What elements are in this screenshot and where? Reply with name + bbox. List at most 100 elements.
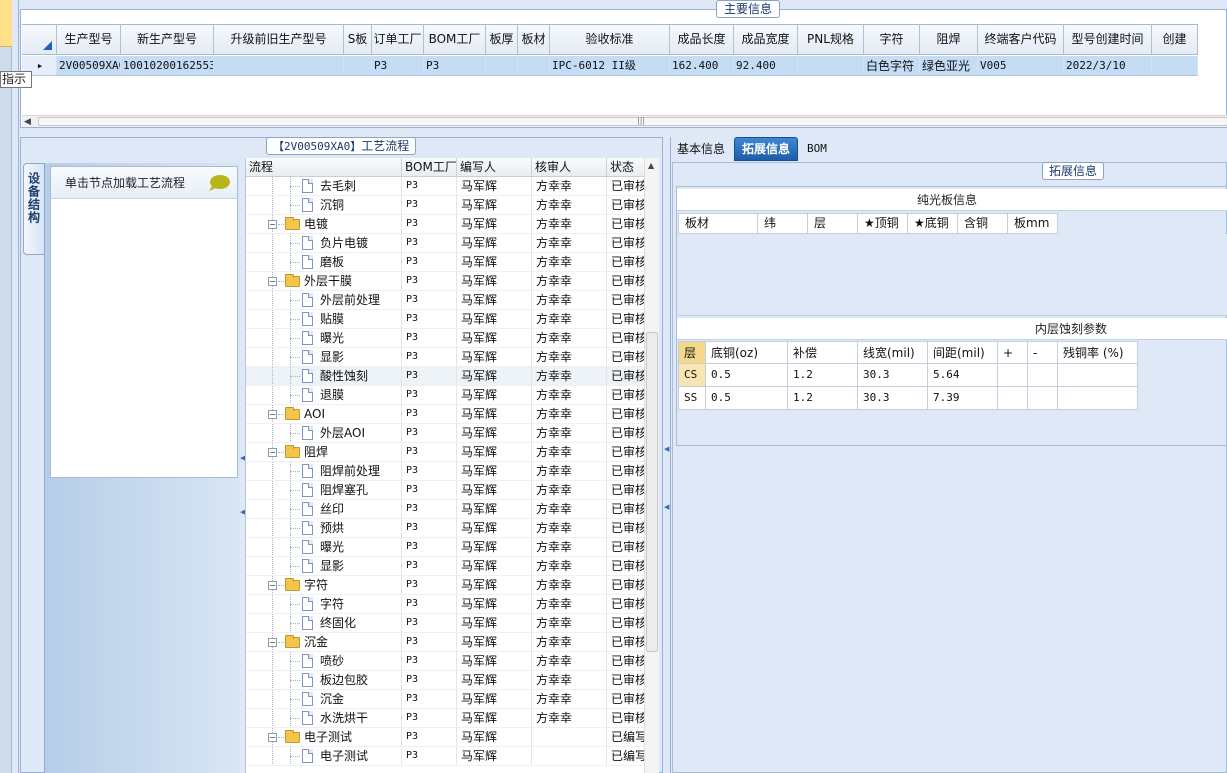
column-header[interactable]: 阻焊 bbox=[920, 25, 978, 54]
tree-row[interactable]: 终固化 P3 马军辉 方幸幸 已审核 bbox=[246, 614, 659, 633]
collapse-toggle-icon[interactable]: − bbox=[268, 448, 277, 457]
tree-node[interactable]: 终固化 bbox=[246, 614, 402, 632]
table-cell[interactable]: 162.400 bbox=[670, 56, 734, 75]
collapse-toggle-icon[interactable]: − bbox=[268, 581, 277, 590]
tree-column-header[interactable]: 状态 bbox=[607, 158, 647, 176]
tree-node[interactable]: 磨板 bbox=[246, 253, 402, 271]
column-header[interactable]: S板 bbox=[344, 25, 372, 54]
tree-row[interactable]: 外层AOI P3 马军辉 方幸幸 已审核 bbox=[246, 424, 659, 443]
tree-node[interactable]: 板边包胶 bbox=[246, 671, 402, 689]
column-header[interactable]: 生产型号 bbox=[57, 25, 121, 54]
structure-title[interactable]: 单击节点加载工艺流程 bbox=[51, 167, 237, 199]
tree-row[interactable]: 阻焊前处理 P3 马军辉 方幸幸 已审核 bbox=[246, 462, 659, 481]
tree-row[interactable]: 水洗烘干 P3 马军辉 方幸幸 已审核 bbox=[246, 709, 659, 728]
tree-row[interactable]: 去毛刺 P3 马军辉 方幸幸 已审核 bbox=[246, 177, 659, 196]
tree-node[interactable]: 喷砂 bbox=[246, 652, 402, 670]
tree-row[interactable]: − 阻焊 P3 马军辉 方幸幸 已审核 bbox=[246, 443, 659, 462]
tree-row[interactable]: 阻焊塞孔 P3 马军辉 方幸幸 已审核 bbox=[246, 481, 659, 500]
table-cell[interactable] bbox=[344, 56, 372, 75]
table-cell[interactable]: 2V00509XA0 bbox=[57, 56, 121, 75]
tree-node[interactable]: 显影 bbox=[246, 557, 402, 575]
column-header[interactable]: 字符 bbox=[864, 25, 920, 54]
tab-extended-info[interactable]: 拓展信息 bbox=[734, 137, 799, 161]
tree-node[interactable]: − 外层干膜 bbox=[246, 272, 402, 290]
table-cell[interactable]: 绿色亚光 bbox=[920, 56, 978, 75]
tree-row[interactable]: − 字符 P3 马军辉 方幸幸 已审核 bbox=[246, 576, 659, 595]
scroll-thumb[interactable] bbox=[38, 117, 1227, 126]
tree-node[interactable]: 曝光 bbox=[246, 329, 402, 347]
column-header[interactable]: 终端客户代码 bbox=[978, 25, 1064, 54]
tree-node[interactable]: 酸性蚀刻 bbox=[246, 367, 402, 385]
tree-row[interactable]: − AOI P3 马军辉 方幸幸 已审核 bbox=[246, 405, 659, 424]
etch-cell[interactable]: 30.3 bbox=[858, 364, 928, 387]
table-cell[interactable] bbox=[518, 56, 550, 75]
column-header[interactable]: 新生产型号 bbox=[121, 25, 214, 54]
tree-column-header[interactable]: 核审人 bbox=[532, 158, 607, 176]
tree-vscrollbar[interactable]: ▲ bbox=[644, 158, 659, 773]
column-header[interactable]: PNL规格 bbox=[798, 25, 864, 54]
tree-node[interactable]: 外层AOI bbox=[246, 424, 402, 442]
tree-row[interactable]: 丝印 P3 马军辉 方幸幸 已审核 bbox=[246, 500, 659, 519]
table-cell[interactable] bbox=[214, 56, 344, 75]
column-header[interactable]: 订单工厂 bbox=[372, 25, 424, 54]
tree-row[interactable]: − 外层干膜 P3 马军辉 方幸幸 已审核 bbox=[246, 272, 659, 291]
tree-row[interactable]: 沉铜 P3 马军辉 方幸幸 已审核 bbox=[246, 196, 659, 215]
etch-cell[interactable]: 1.2 bbox=[788, 387, 858, 410]
etch-row[interactable]: SS 0.5 1.2 30.3 7.39 bbox=[678, 387, 1138, 410]
tree-scroll-thumb[interactable] bbox=[646, 332, 658, 652]
tree-row[interactable]: − 电镀 P3 马军辉 方幸幸 已审核 bbox=[246, 215, 659, 234]
tree-row[interactable]: 板边包胶 P3 马军辉 方幸幸 已审核 bbox=[246, 671, 659, 690]
tree-node[interactable]: 退膜 bbox=[246, 386, 402, 404]
main-info-row[interactable]: ▸ 2V00509XA0 10010200162553 P3 P3 IPC-6012 II… bbox=[22, 56, 1198, 76]
tree-node[interactable]: 水洗烘干 bbox=[246, 709, 402, 727]
table-cell[interactable] bbox=[486, 56, 518, 75]
tree-node[interactable]: 外层前处理 bbox=[246, 291, 402, 309]
etch-cell[interactable] bbox=[1058, 364, 1138, 387]
side-tab-equipment-structure[interactable]: 设备结构 bbox=[23, 163, 45, 255]
tree-node[interactable]: 预烘 bbox=[246, 519, 402, 537]
table-cell[interactable] bbox=[1152, 56, 1198, 75]
tree-node[interactable]: − 阻焊 bbox=[246, 443, 402, 461]
tree-column-header[interactable]: BOM工厂 bbox=[402, 158, 457, 176]
tree-row[interactable]: 喷砂 P3 马军辉 方幸幸 已审核 bbox=[246, 652, 659, 671]
column-header[interactable]: 升级前旧生产型号 bbox=[214, 25, 344, 54]
etch-cell[interactable] bbox=[998, 364, 1028, 387]
tree-node[interactable]: − 电子测试 bbox=[246, 728, 402, 746]
etch-cell[interactable]: 0.5 bbox=[706, 364, 788, 387]
table-cell[interactable]: 92.400 bbox=[734, 56, 798, 75]
scroll-left-icon[interactable]: ◀ bbox=[24, 117, 31, 127]
tree-column-header[interactable]: 流程 bbox=[246, 158, 402, 176]
tree-node[interactable]: − AOI bbox=[246, 405, 402, 423]
etch-cell[interactable]: 30.3 bbox=[858, 387, 928, 410]
etch-cell[interactable]: CS bbox=[678, 364, 706, 387]
tree-row[interactable]: 退膜 P3 马军辉 方幸幸 已审核 bbox=[246, 386, 659, 405]
etch-cell[interactable] bbox=[998, 387, 1028, 410]
scroll-up-icon[interactable]: ▲ bbox=[648, 161, 654, 170]
tree-node[interactable]: − 电镀 bbox=[246, 215, 402, 233]
tree-row[interactable]: 曝光 P3 马军辉 方幸幸 已审核 bbox=[246, 538, 659, 557]
tree-node[interactable]: 阻焊塞孔 bbox=[246, 481, 402, 499]
table-cell[interactable] bbox=[798, 56, 864, 75]
tree-row[interactable]: 沉金 P3 马军辉 方幸幸 已审核 bbox=[246, 690, 659, 709]
tree-node[interactable]: 负片电镀 bbox=[246, 234, 402, 252]
tree-node[interactable]: 沉金 bbox=[246, 690, 402, 708]
tree-node[interactable]: 显影 bbox=[246, 348, 402, 366]
column-header[interactable]: 板厚 bbox=[486, 25, 518, 54]
tree-row[interactable]: 外层前处理 P3 马军辉 方幸幸 已审核 bbox=[246, 291, 659, 310]
main-info-hscrollbar[interactable]: ◀ ||| bbox=[22, 115, 1227, 127]
tree-node[interactable]: 电子测试 bbox=[246, 747, 402, 765]
column-header[interactable]: 板材 bbox=[518, 25, 550, 54]
column-header[interactable]: 成品长度 bbox=[670, 25, 734, 54]
etch-cell[interactable]: 0.5 bbox=[706, 387, 788, 410]
collapse-toggle-icon[interactable]: − bbox=[268, 410, 277, 419]
collapse-toggle-icon[interactable]: − bbox=[268, 220, 277, 229]
table-cell[interactable]: V005 bbox=[978, 56, 1064, 75]
table-cell[interactable]: IPC-6012 II级 bbox=[550, 56, 670, 75]
table-cell[interactable]: 10010200162553 bbox=[121, 56, 214, 75]
tree-row[interactable]: 预烘 P3 马军辉 方幸幸 已审核 bbox=[246, 519, 659, 538]
tree-row[interactable]: 酸性蚀刻 P3 马军辉 方幸幸 已审核 bbox=[246, 367, 659, 386]
table-cell[interactable]: P3 bbox=[424, 56, 486, 75]
tree-row[interactable]: 负片电镀 P3 马军辉 方幸幸 已审核 bbox=[246, 234, 659, 253]
tree-node[interactable]: 阻焊前处理 bbox=[246, 462, 402, 480]
tree-row[interactable]: 显影 P3 马军辉 方幸幸 已审核 bbox=[246, 348, 659, 367]
